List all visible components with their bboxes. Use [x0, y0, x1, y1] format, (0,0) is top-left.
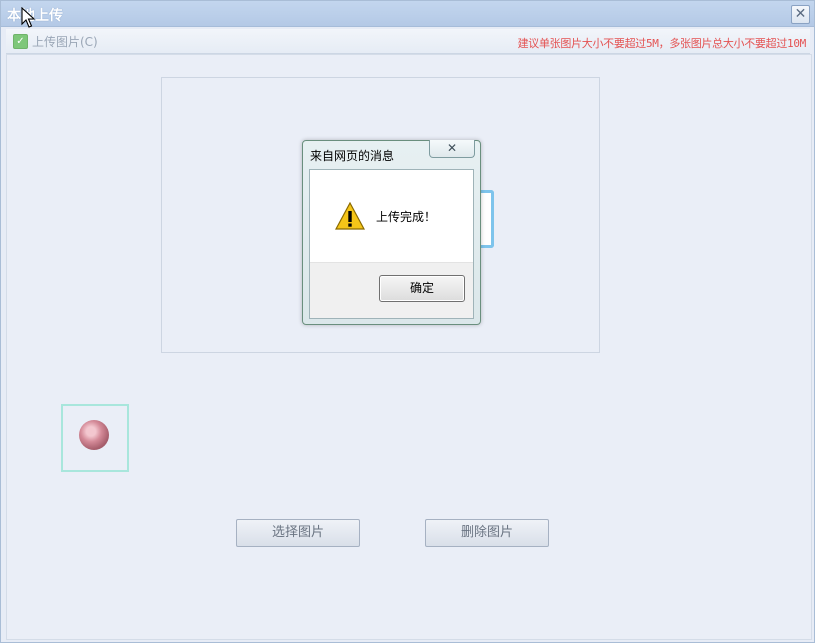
alert-dialog: 来自网页的消息 ✕ 上传完成！ 确定 [302, 140, 481, 325]
delete-image-button[interactable]: 删除图片 [425, 519, 549, 547]
select-image-button[interactable]: 选择图片 [236, 519, 360, 547]
dialog-message: 上传完成！ [376, 210, 437, 224]
thumbnail-image [79, 420, 109, 450]
size-hint-text: 建议单张图片大小不要超过5M，多张图片总大小不要超过10M [517, 37, 807, 50]
dialog-footer: 确定 [310, 262, 473, 318]
dialog-close-button[interactable]: ✕ [429, 140, 475, 158]
warning-icon [335, 202, 365, 230]
ok-button[interactable]: 确定 [379, 275, 465, 302]
window-close-button[interactable]: ✕ [791, 5, 810, 24]
checkmark-icon[interactable]: ✓ [13, 34, 28, 49]
mouse-cursor-icon [21, 7, 36, 28]
upload-window: 本地上传 ✕ ✓ 上传图片(C) 建议单张图片大小不要超过5M，多张图片总大小不… [0, 0, 815, 643]
dialog-title: 来自网页的消息 [310, 149, 395, 163]
upload-images-tab[interactable]: 上传图片(C) [32, 33, 98, 50]
window-titlebar[interactable]: 本地上传 ✕ [1, 1, 814, 27]
image-thumbnail[interactable] [61, 404, 129, 472]
upload-toolbar: ✓ 上传图片(C) 建议单张图片大小不要超过5M，多张图片总大小不要超过10M [6, 29, 810, 54]
dialog-body: 上传完成！ 确定 [309, 169, 474, 319]
